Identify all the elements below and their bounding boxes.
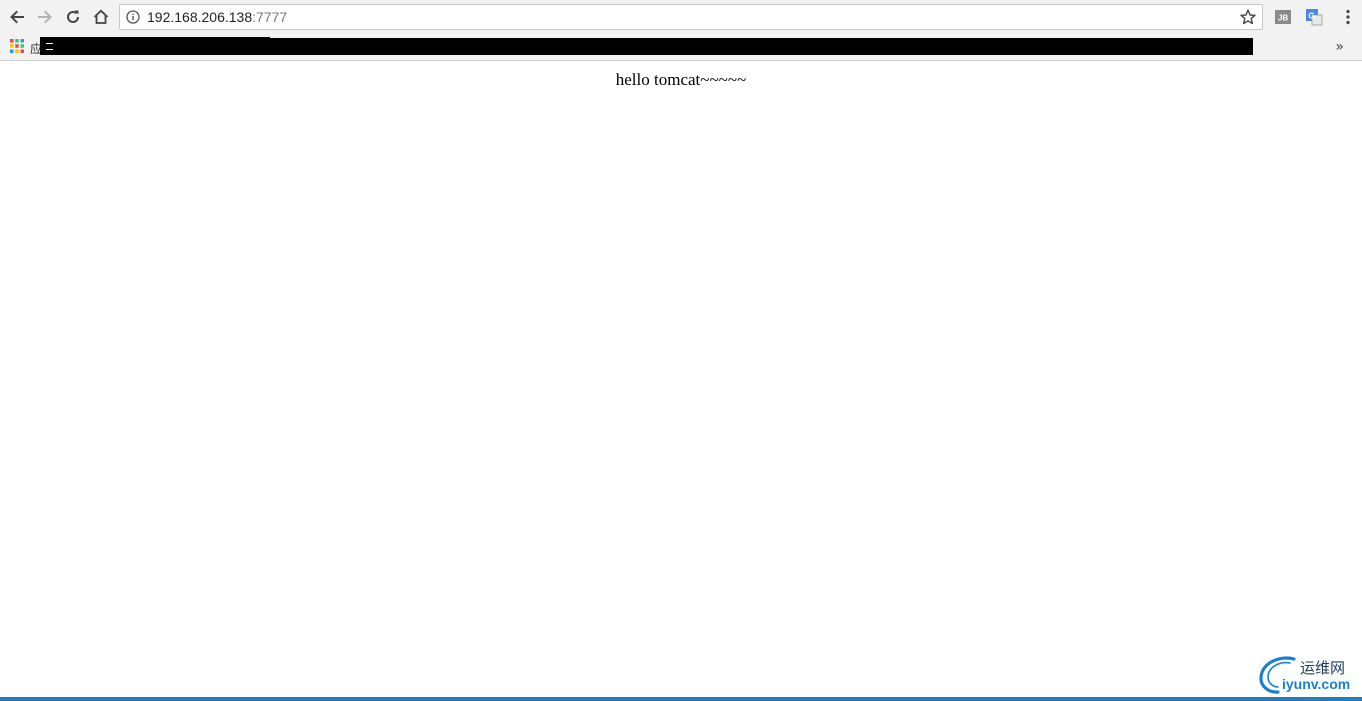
folder-icon xyxy=(46,43,53,50)
bottom-edge-bar xyxy=(0,697,1362,701)
page-content: hello tomcat~~~~~ xyxy=(0,61,1362,697)
url-host: 192.168.206.138 xyxy=(147,9,253,25)
url-text: 192.168.206.138:7777 xyxy=(147,9,287,26)
jb-extension-icon: JB xyxy=(1275,10,1291,24)
translate-extension-icon: G xyxy=(1306,9,1323,26)
watermark-cn-text: 运维网 xyxy=(1300,659,1346,677)
forward-arrow-icon xyxy=(38,10,52,24)
chrome-menu-button[interactable] xyxy=(1339,8,1357,26)
redacted-bookmarks-main xyxy=(205,38,1253,55)
browser-toolbar: 192.168.206.138:7777 JB G xyxy=(0,0,1362,35)
translate-extension-label: G xyxy=(1308,12,1314,21)
browser-window: 192.168.206.138:7777 JB G 应 » hello tomc… xyxy=(0,0,1362,701)
home-button[interactable] xyxy=(89,5,113,29)
url-port: :7777 xyxy=(252,9,288,25)
bookmarks-bar: 应 » xyxy=(0,35,1362,61)
address-bar[interactable]: 192.168.206.138:7777 xyxy=(119,4,1263,30)
back-button[interactable] xyxy=(5,5,29,29)
translate-extension-button[interactable]: G xyxy=(1305,8,1323,26)
hello-message: hello tomcat~~~~~ xyxy=(615,70,747,89)
jb-extension-button[interactable]: JB xyxy=(1274,8,1292,26)
site-watermark-logo: 运维网 iyunv.com xyxy=(1256,653,1360,695)
info-icon[interactable] xyxy=(126,10,140,24)
jb-extension-label: JB xyxy=(1278,14,1288,23)
bookmarks-overflow-chevron[interactable]: » xyxy=(1335,39,1344,55)
watermark-en-text: iyunv.com xyxy=(1282,676,1351,692)
apps-grid-icon[interactable] xyxy=(10,39,24,53)
reload-button[interactable] xyxy=(61,5,85,29)
home-icon xyxy=(93,9,109,24)
reload-icon xyxy=(67,10,79,23)
forward-button[interactable] xyxy=(33,5,57,29)
back-arrow-icon xyxy=(10,10,24,24)
more-vertical-icon xyxy=(1346,9,1350,25)
bookmark-star-icon[interactable] xyxy=(1239,8,1257,26)
